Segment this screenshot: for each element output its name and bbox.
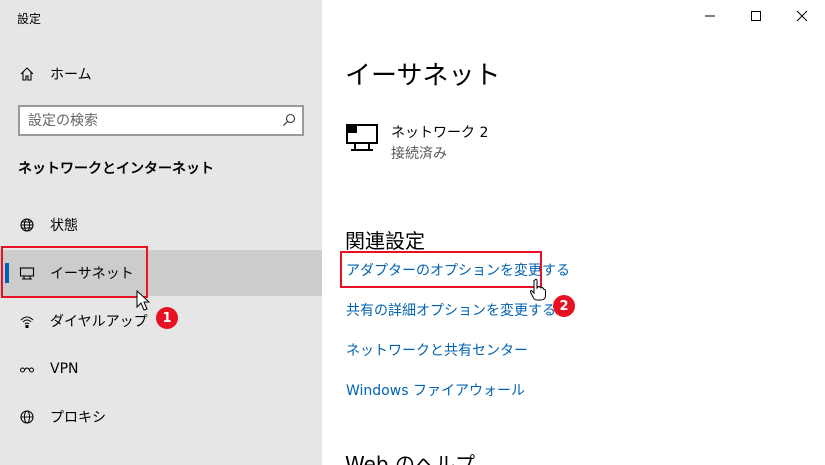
search-input[interactable] bbox=[28, 112, 268, 130]
close-button[interactable] bbox=[779, 0, 825, 32]
annotation-badge-2: 2 bbox=[553, 295, 575, 317]
hand-pointer-icon bbox=[529, 278, 546, 301]
highlight-box-2 bbox=[340, 251, 542, 288]
link-windows-firewall[interactable]: Windows ファイアウォール bbox=[346, 380, 525, 400]
mouse-pointer-icon bbox=[136, 290, 151, 311]
app-title: 設定 bbox=[17, 12, 42, 26]
maximize-button[interactable] bbox=[733, 0, 779, 32]
link-advanced-sharing-options[interactable]: 共有の詳細オプションを変更する bbox=[346, 300, 556, 320]
ethernet-network-icon bbox=[346, 124, 378, 151]
close-icon bbox=[796, 10, 808, 22]
section-title: ネットワークとインターネット bbox=[18, 161, 214, 177]
related-settings-title: 関連設定 bbox=[345, 229, 425, 253]
search-box[interactable] bbox=[18, 105, 304, 136]
nav-status-label: 状態 bbox=[50, 218, 78, 234]
nav-proxy[interactable]: プロキシ bbox=[0, 394, 322, 440]
nav-home[interactable]: ホーム bbox=[0, 51, 322, 97]
nav-proxy-label: プロキシ bbox=[50, 410, 106, 426]
minimize-icon bbox=[705, 15, 715, 17]
network-name[interactable]: ネットワーク 2 bbox=[391, 122, 488, 142]
nav-vpn-label: VPN bbox=[50, 361, 79, 377]
network-status: 接続済み bbox=[391, 146, 447, 162]
maximize-icon bbox=[751, 11, 761, 21]
minimize-button[interactable] bbox=[687, 0, 733, 32]
page-title: イーサネット bbox=[345, 61, 501, 91]
help-title: Web のヘルプ bbox=[345, 452, 475, 465]
nav-dialup-label: ダイヤルアップ bbox=[50, 314, 148, 330]
nav-status[interactable]: 状態 bbox=[0, 202, 322, 248]
link-network-sharing-center[interactable]: ネットワークと共有センター bbox=[346, 340, 528, 360]
sidebar: 設定 ホーム ネットワークとインターネット 状態 イーサネット ダイヤルアップ bbox=[0, 0, 322, 465]
home-icon bbox=[18, 65, 36, 83]
annotation-badge-1: 1 bbox=[156, 307, 178, 329]
globe-icon bbox=[18, 216, 36, 234]
nav-home-label: ホーム bbox=[50, 67, 92, 83]
globe-icon bbox=[18, 408, 36, 426]
nav-vpn[interactable]: VPN bbox=[0, 346, 322, 392]
main-content: イーサネット ネットワーク 2 接続済み 関連設定 アダプターのオプションを変更… bbox=[322, 0, 825, 465]
vpn-icon bbox=[18, 360, 36, 378]
search-icon[interactable] bbox=[281, 112, 297, 128]
dialup-icon bbox=[18, 312, 36, 330]
highlight-box-1 bbox=[1, 246, 148, 298]
